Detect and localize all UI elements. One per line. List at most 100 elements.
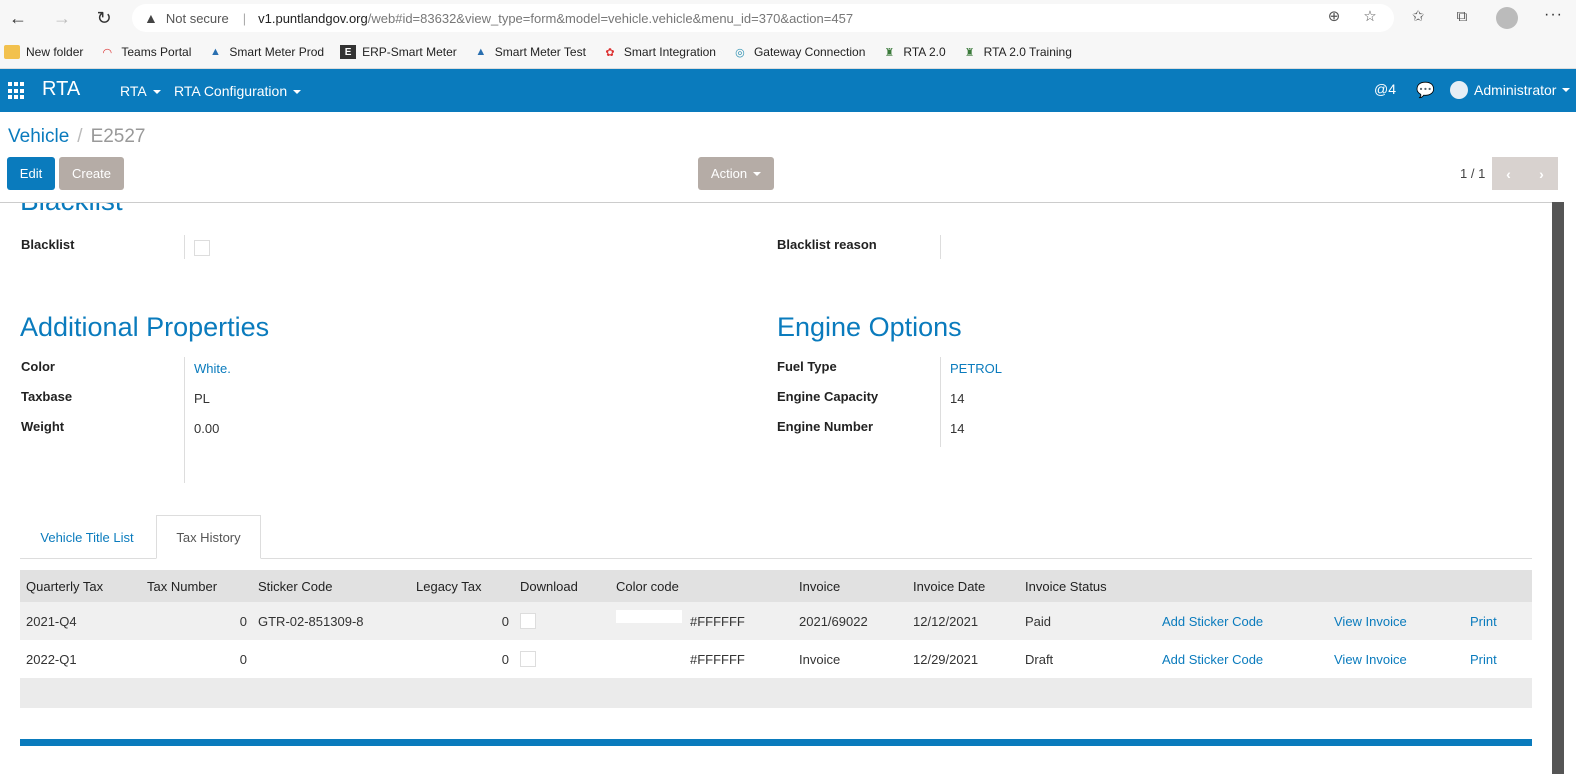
print-button[interactable]: Print (1470, 602, 1497, 640)
fuel-type-value-link[interactable]: PETROL (950, 361, 1002, 376)
bookmark-smart-integration[interactable]: ✿ Smart Integration (602, 45, 716, 59)
menu-rta-configuration[interactable]: RTA Configuration (174, 83, 302, 99)
caret-down-icon (1562, 88, 1571, 92)
header-legacy-tax[interactable]: Legacy Tax (416, 570, 482, 602)
user-menu[interactable]: Administrator (1450, 81, 1571, 99)
cell-invoice-date: 12/12/2021 (913, 613, 979, 629)
add-sticker-code-button[interactable]: Add Sticker Code (1162, 640, 1263, 678)
print-button[interactable]: Print (1470, 640, 1497, 678)
app-brand[interactable]: RTA (42, 78, 80, 101)
table-row[interactable]: 2022-Q1 0 0 #FFFFFF Invoice 12/29/2021 D… (20, 640, 1532, 678)
forward-arrow-icon[interactable]: → (50, 6, 74, 30)
breadcrumb-current: E2527 (90, 126, 146, 147)
view-invoice-button[interactable]: View Invoice (1334, 640, 1407, 678)
huawei-icon: ✿ (605, 46, 615, 59)
profile-avatar-icon[interactable] (1496, 7, 1518, 29)
breadcrumb-vehicle[interactable]: Vehicle (8, 126, 69, 147)
url-path: /web#id=83632&view_type=form&model=vehic… (367, 10, 854, 26)
breadcrumb-separator: / (77, 126, 83, 147)
bookmark-gateway-connection[interactable]: ◎ Gateway Connection (732, 45, 865, 59)
drop-icon: ▲ (475, 46, 487, 58)
pager-value: 1 / 1 (1460, 166, 1486, 181)
tab-tax-history[interactable]: Tax History (156, 515, 261, 559)
back-arrow-icon[interactable]: ← (6, 6, 30, 30)
weight-value: 0.00 (194, 421, 220, 436)
section-divider-bar (20, 739, 1532, 746)
cell-invoice: 2021/69022 (799, 613, 868, 629)
additional-properties-title: Additional Properties (20, 312, 270, 342)
caret-down-icon (753, 171, 762, 176)
field-divider (184, 235, 185, 259)
header-tax-number[interactable]: Tax Number (147, 570, 217, 602)
view-invoice-button[interactable]: View Invoice (1334, 602, 1407, 640)
collections-icon[interactable]: ⧉ (1452, 6, 1472, 26)
address-bar[interactable]: ▲ Not secure | v1.puntlandgov.org/web#id… (132, 4, 1394, 32)
cell-legacy-tax: 0 (501, 651, 509, 667)
scrollbar[interactable] (1552, 202, 1576, 774)
engine-options-title: Engine Options (777, 312, 962, 342)
tab-vehicle-title-list[interactable]: Vehicle Title List (22, 515, 152, 559)
color-swatch (616, 610, 682, 623)
url-host: v1.puntlandgov.org (258, 10, 368, 26)
breadcrumb: Vehicle / E2527 (8, 126, 146, 148)
favorites-icon[interactable]: ✩ (1408, 6, 1428, 26)
action-dropdown[interactable]: Action (698, 157, 774, 190)
weight-label: Weight (21, 419, 65, 434)
add-sticker-code-button[interactable]: Add Sticker Code (1162, 602, 1263, 640)
url-divider: | (242, 10, 247, 26)
more-menu-icon[interactable]: ··· (1544, 6, 1563, 24)
blacklist-checkbox[interactable] (194, 240, 210, 256)
cell-invoice: Invoice (799, 651, 841, 667)
bookmark-rta-2-training[interactable]: ♜ RTA 2.0 Training (962, 45, 1072, 59)
zoom-icon[interactable]: ⊕ (1324, 6, 1344, 26)
pager-previous-button[interactable]: ‹ (1492, 157, 1525, 190)
bookmark-new-folder[interactable]: New folder (4, 45, 83, 59)
bookmark-teams-portal[interactable]: ◠ Teams Portal (99, 45, 192, 59)
bookmark-smart-meter-test[interactable]: ▲ Smart Meter Test (473, 45, 586, 59)
header-color-code[interactable]: Color code (616, 570, 679, 602)
caret-down-icon (293, 90, 302, 95)
apps-grid-icon[interactable] (8, 82, 26, 100)
header-download[interactable]: Download (520, 570, 578, 602)
taxbase-label: Taxbase (21, 389, 73, 404)
bookmark-rta-2[interactable]: ♜ RTA 2.0 (881, 45, 945, 59)
cell-quarterly-tax: 2021-Q4 (26, 613, 77, 629)
edit-button[interactable]: Edit (7, 157, 55, 190)
field-divider (940, 357, 941, 447)
field-divider (940, 235, 941, 259)
tax-history-table-header: Quarterly Tax Tax Number Sticker Code Le… (20, 570, 1532, 602)
cell-color-code: #FFFFFF (690, 613, 745, 629)
create-button[interactable]: Create (59, 157, 124, 190)
pager-next-button[interactable]: › (1525, 157, 1558, 190)
color-value-link[interactable]: White. (194, 361, 231, 376)
caret-down-icon (152, 90, 161, 95)
header-invoice[interactable]: Invoice (799, 570, 840, 602)
download-checkbox[interactable] (520, 613, 536, 629)
browser-toolbar: ← → ↻ ▲ Not secure | v1.puntlandgov.org /… (0, 0, 1576, 36)
blacklist-reason-label: Blacklist reason (777, 237, 877, 252)
field-divider (184, 357, 185, 483)
table-row[interactable]: 2021-Q4 0 GTR-02-851309-8 0 #FFFFFF 2021… (20, 602, 1532, 640)
app-navbar: RTA RTA RTA Configuration @4 💬 Administr… (0, 69, 1576, 112)
chat-bubbles-icon[interactable]: 💬 (1416, 81, 1435, 99)
table-footer-row (20, 678, 1532, 708)
folder-icon (4, 45, 20, 59)
menu-rta[interactable]: RTA (120, 83, 161, 99)
header-invoice-date[interactable]: Invoice Date (913, 570, 985, 602)
reload-icon[interactable]: ↻ (92, 6, 116, 30)
bookmark-erp-smart-meter[interactable]: E ERP-Smart Meter (340, 45, 457, 59)
e-icon: E (340, 45, 357, 59)
cell-quarterly-tax: 2022-Q1 (26, 651, 77, 667)
download-checkbox[interactable] (520, 651, 536, 667)
fuel-type-label: Fuel Type (777, 359, 837, 374)
header-invoice-status[interactable]: Invoice Status (1025, 570, 1107, 602)
bookmark-smart-meter-prod[interactable]: ▲ Smart Meter Prod (207, 45, 324, 59)
header-quarterly-tax[interactable]: Quarterly Tax (26, 570, 103, 602)
favorite-add-icon[interactable]: ☆ (1360, 6, 1380, 26)
blacklist-label: Blacklist (21, 237, 75, 252)
drop-icon: ▲ (209, 46, 221, 58)
form-sheet: Blacklist Blacklist Blacklist reason Add… (0, 202, 1552, 774)
header-sticker-code[interactable]: Sticker Code (258, 570, 332, 602)
blacklist-section-title: Blacklist (20, 203, 123, 217)
mentions-counter[interactable]: @4 (1374, 81, 1396, 97)
